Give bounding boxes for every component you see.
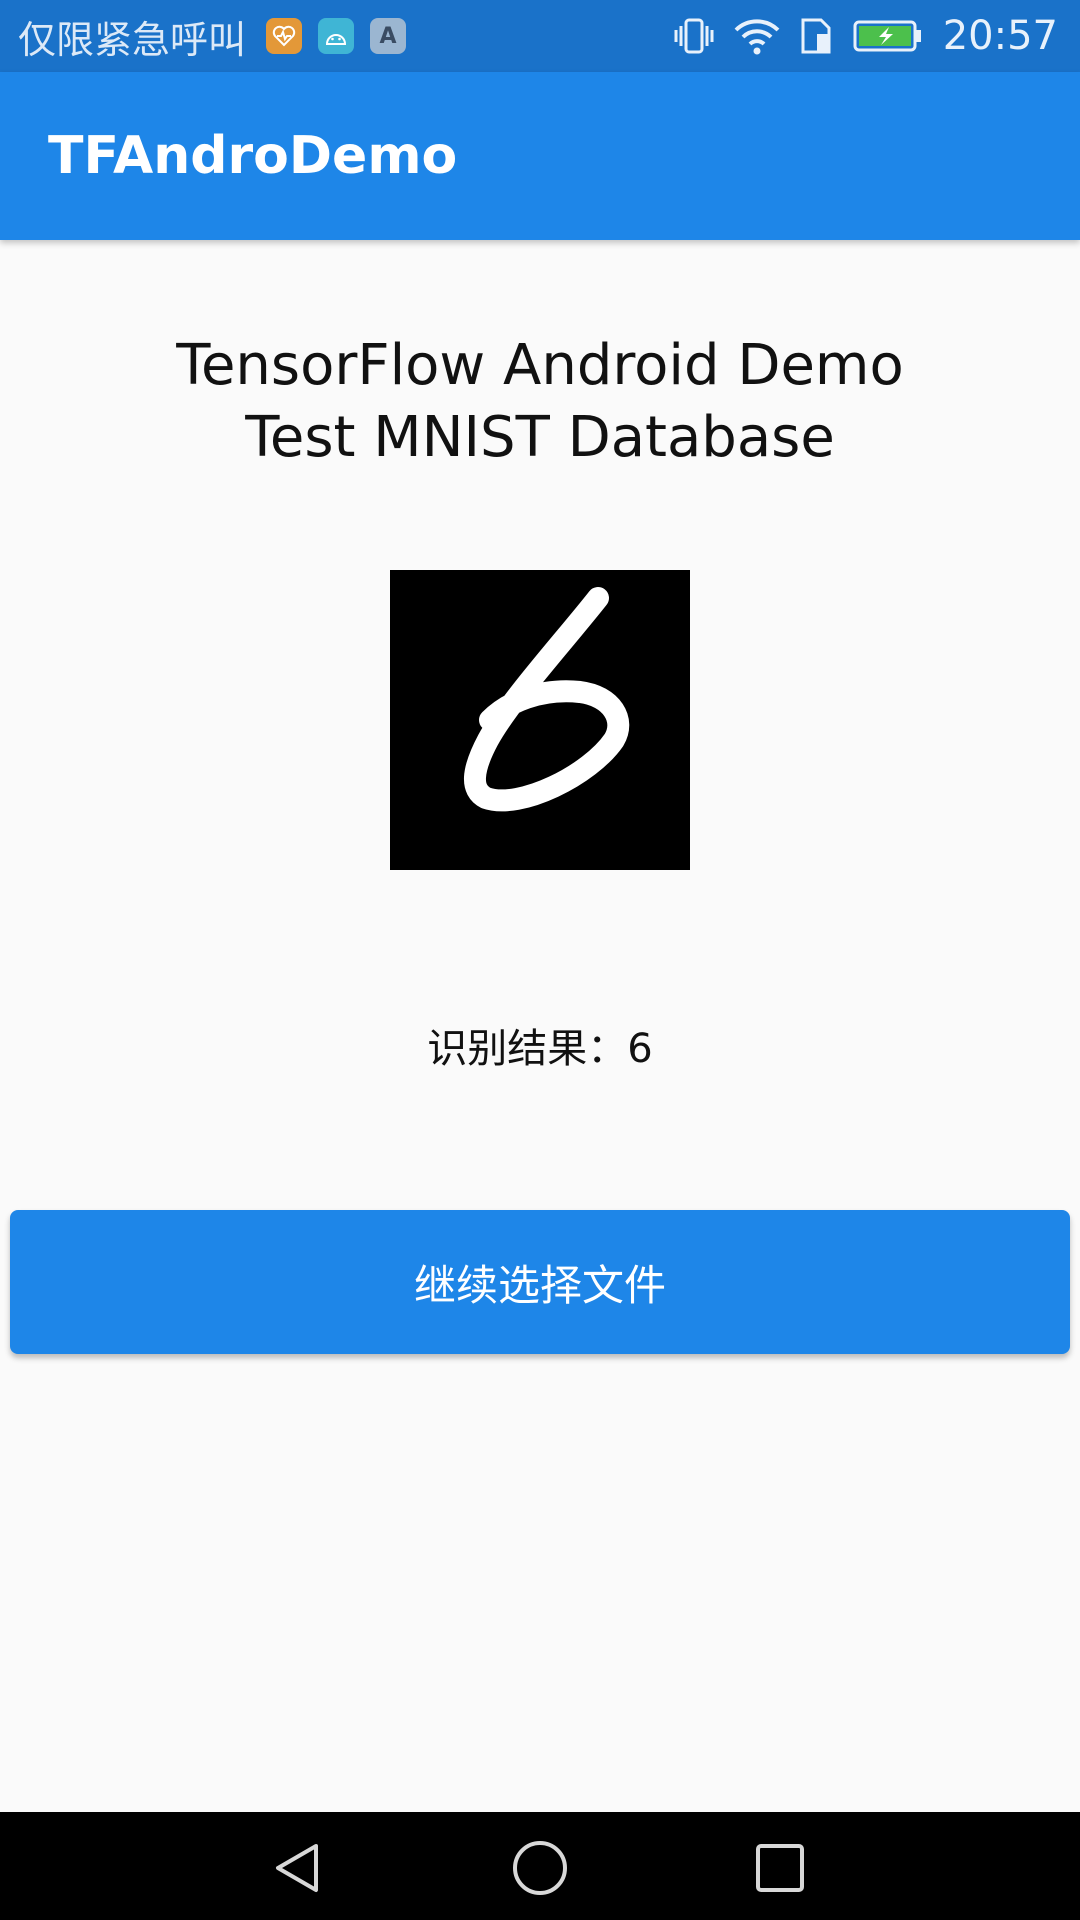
- back-icon[interactable]: [270, 1840, 326, 1900]
- recognition-result: 识别结果：6: [0, 1016, 1080, 1074]
- navigation-bar: [0, 1812, 1080, 1920]
- status-bar: 仅限紧急呼叫 A 20:57: [0, 0, 1080, 72]
- sim-icon: [799, 16, 835, 56]
- result-value: 6: [627, 1026, 653, 1072]
- result-label: 识别结果：: [427, 1026, 628, 1072]
- heading-line-1: TensorFlow Android Demo: [176, 333, 904, 398]
- app-title: TFAndroDemo: [48, 126, 458, 186]
- continue-select-file-button[interactable]: 继续选择文件: [10, 1210, 1070, 1354]
- battery-charging-icon: [853, 18, 923, 54]
- carrier-text: 仅限紧急呼叫: [18, 17, 247, 62]
- status-left: 仅限紧急呼叫 A: [0, 9, 407, 64]
- heading-line-2: Test MNIST Database: [245, 405, 835, 470]
- a-app-icon: A: [370, 18, 407, 54]
- digit-image: [390, 570, 690, 870]
- page-heading: TensorFlow Android Demo Test MNIST Datab…: [0, 330, 1080, 474]
- recents-icon[interactable]: [752, 1840, 808, 1900]
- clock: 20:57: [942, 13, 1058, 59]
- home-icon[interactable]: [510, 1840, 570, 1900]
- wifi-icon: [733, 16, 781, 56]
- android-icon: [318, 18, 355, 54]
- app-bar: TFAndroDemo: [0, 72, 1080, 240]
- handwritten-digit-6-image: [390, 570, 690, 870]
- vibrate-icon: [673, 16, 715, 56]
- status-right: 20:57: [655, 13, 1080, 59]
- health-app-icon: [266, 18, 303, 54]
